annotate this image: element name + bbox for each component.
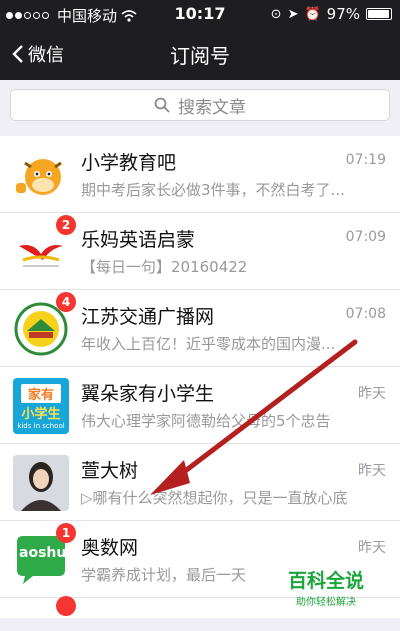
watermark-subtitle: 助你轻松解决 [296,597,356,608]
status-bar: 中国移动 10:17 ⊙ ➤ ⏰ 97% [0,0,400,28]
watermark-title: 百科全说 [287,570,364,592]
item-time: 昨天 [358,386,386,402]
list-item[interactable]: 家有 小学生 kids in school 翼朵家有小学生 昨天 伟大心理学家阿… [0,367,400,444]
unread-badge: 1 [56,523,76,543]
item-preview: 伟大心理学家阿德勒给父母的5个忠告 [81,412,331,430]
item-time: 昨天 [358,540,386,556]
unread-badge [56,596,76,616]
item-time: 昨天 [358,463,386,479]
item-name: 萱大树 [81,460,139,482]
avatar-portrait-photo [13,455,69,511]
search-area: 搜索文章 [0,80,400,130]
item-name: 奥数网 [81,537,139,559]
page-title: 订阅号 [170,44,230,68]
rotation-lock-icon: ⊙ [270,6,282,22]
nav-bar: 微信 订阅号 [0,28,400,80]
alarm-icon: ⏰ [304,6,321,22]
battery-icon [366,8,392,20]
item-preview: ▷哪有什么突然想起你，只是一直放心底 [81,489,348,507]
item-time: 07:09 [345,229,386,245]
item-time: 07:08 [345,306,386,322]
list-item[interactable]: 2 乐妈英语启蒙 07:09 【每日一句】20160422 [0,213,400,290]
item-preview: 年收入上百亿！近乎零成本的国内漫... [81,335,336,353]
search-icon [154,97,170,113]
search-placeholder: 搜索文章 [178,97,246,118]
list-item[interactable]: 小学教育吧 07:19 期中考后家长必做3件事，不然白考了... [0,136,400,213]
search-input[interactable]: 搜索文章 [10,89,390,121]
item-time: 07:19 [345,152,386,168]
item-name: 江苏交通广播网 [81,306,215,328]
list-item[interactable]: 4 江苏交通广播网 07:08 年收入上百亿！近乎零成本的国内漫... [0,290,400,367]
avatar-yiduo-logo: 家有 小学生 kids in school [13,378,69,434]
subscription-list: 小学教育吧 07:19 期中考后家长必做3件事，不然白考了... 2 乐妈英语启… [0,136,400,618]
watermark: 百科全说 助你轻松解决 [286,566,366,608]
unread-badge: 4 [56,292,76,312]
unread-badge: 2 [56,215,76,235]
item-name: 翼朵家有小学生 [81,383,215,405]
location-icon: ➤ [287,6,299,22]
item-name: 小学教育吧 [81,152,177,174]
item-preview: 【每日一句】20160422 [81,258,248,276]
list-item[interactable]: 萱大树 昨天 ▷哪有什么突然想起你，只是一直放心底 [0,444,400,521]
item-name: 乐妈英语启蒙 [81,229,196,251]
avatar-cow-mascot [13,147,69,203]
item-preview: 期中考后家长必做3件事，不然白考了... [81,181,345,199]
battery-label: 97% [326,5,360,23]
